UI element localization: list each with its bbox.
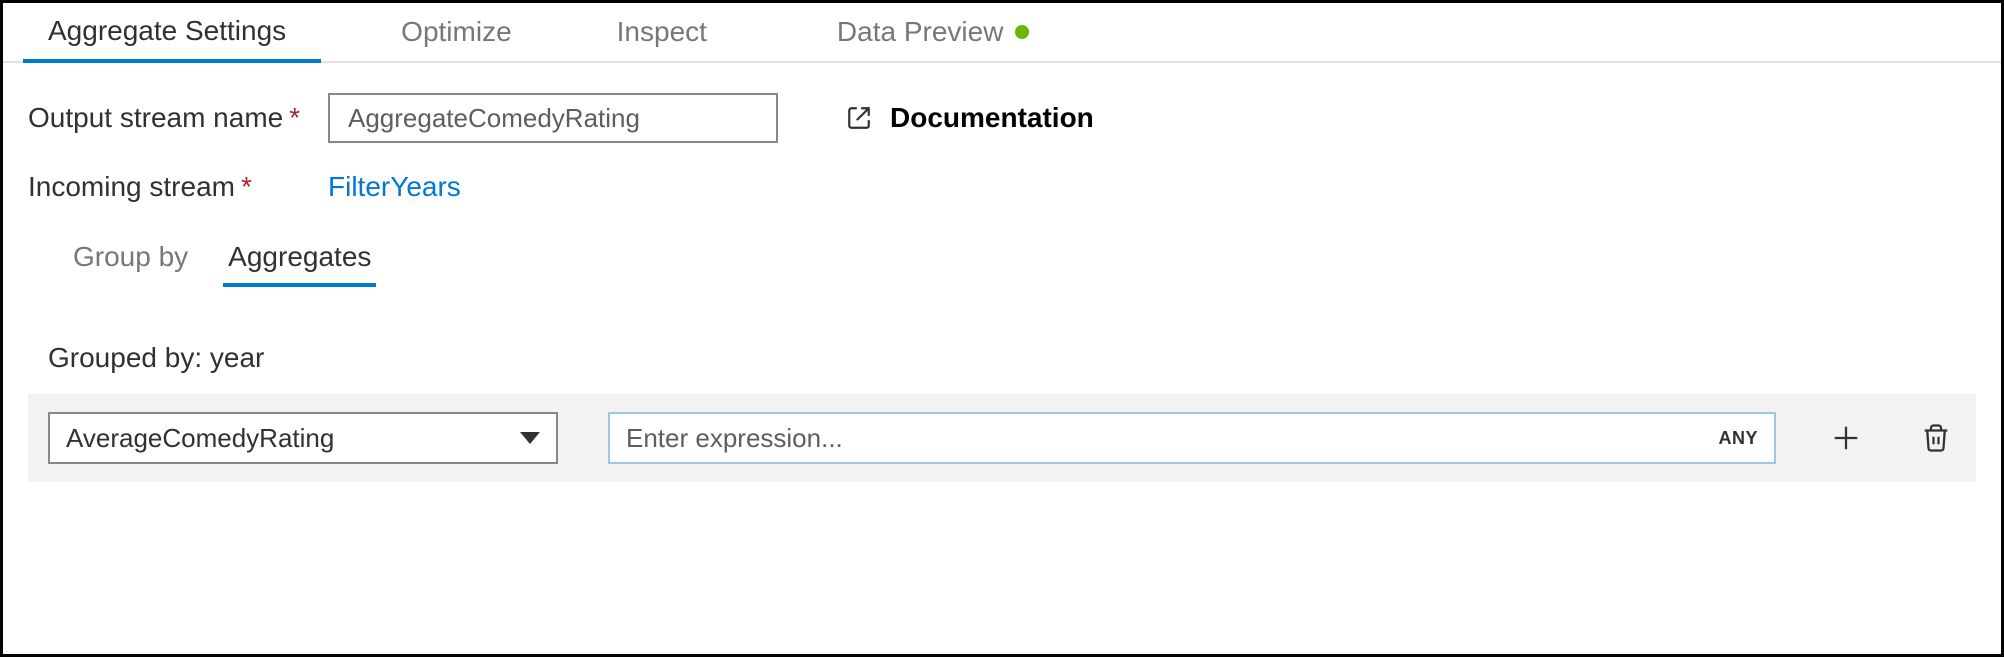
tab-label: Data Preview (837, 16, 1004, 48)
add-button[interactable] (1826, 418, 1866, 458)
content-area: Output stream name* Documentation Incomi… (3, 63, 2001, 512)
subtab-aggregates[interactable]: Aggregates (223, 231, 376, 287)
main-tabs: Aggregate Settings Optimize Inspect Data… (3, 3, 2001, 63)
sub-tabs: Group by Aggregates (68, 231, 1976, 287)
expression-input[interactable] (626, 423, 1718, 454)
tab-aggregate-settings[interactable]: Aggregate Settings (23, 3, 321, 63)
status-dot-icon (1015, 25, 1029, 39)
output-stream-input[interactable] (328, 93, 778, 143)
incoming-stream-row: Incoming stream* FilterYears (28, 171, 1976, 203)
tab-inspect[interactable]: Inspect (592, 3, 742, 61)
subtab-label: Aggregates (228, 241, 371, 272)
required-asterisk-icon: * (289, 102, 300, 133)
column-name-combo[interactable]: AverageComedyRating (48, 412, 558, 464)
tab-label: Inspect (617, 16, 707, 48)
chevron-down-icon (520, 432, 540, 444)
output-stream-label: Output stream name* (28, 102, 328, 134)
output-stream-row: Output stream name* Documentation (28, 93, 1976, 143)
subtab-label: Group by (73, 241, 188, 272)
tab-data-preview[interactable]: Data Preview (812, 3, 1065, 61)
documentation-link[interactable]: Documentation (846, 102, 1094, 134)
expression-input-wrap[interactable]: ANY (608, 412, 1776, 464)
plus-icon (1831, 423, 1861, 453)
required-asterisk-icon: * (241, 171, 252, 202)
incoming-stream-link[interactable]: FilterYears (328, 171, 461, 203)
tab-optimize[interactable]: Optimize (376, 3, 546, 61)
type-badge: ANY (1718, 428, 1758, 449)
aggregate-row: AverageComedyRating ANY (28, 394, 1976, 482)
trash-icon (1921, 423, 1951, 453)
subtab-group-by[interactable]: Group by (68, 231, 193, 287)
combo-value: AverageComedyRating (66, 423, 334, 454)
tab-label: Optimize (401, 16, 511, 48)
external-link-icon (846, 105, 872, 131)
tab-label: Aggregate Settings (48, 15, 286, 47)
delete-button[interactable] (1916, 418, 1956, 458)
label-text: Incoming stream (28, 171, 235, 202)
documentation-label: Documentation (890, 102, 1094, 134)
grouped-by-label: Grouped by: year (48, 342, 1976, 374)
label-text: Output stream name (28, 102, 283, 133)
incoming-stream-label: Incoming stream* (28, 171, 328, 203)
